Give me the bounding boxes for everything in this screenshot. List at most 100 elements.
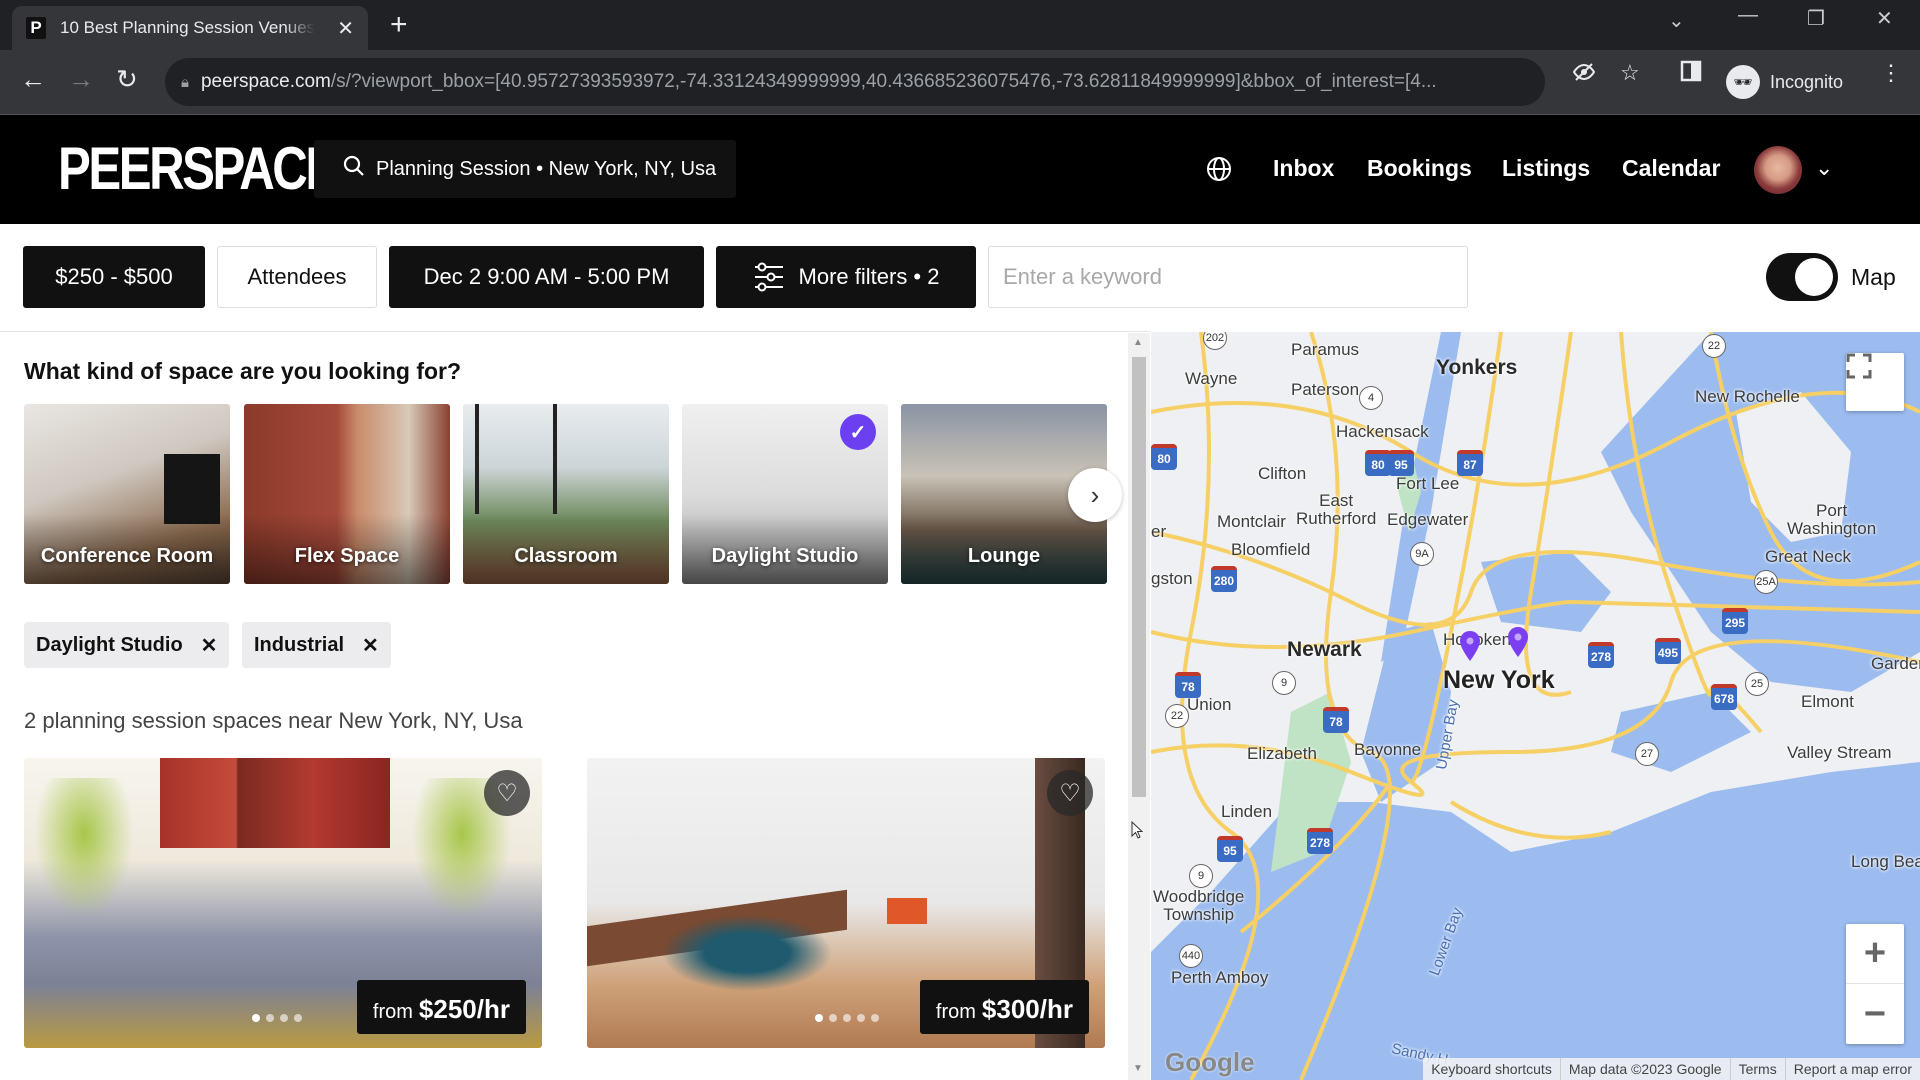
forward-icon[interactable]: → [68,64,94,95]
more-filters-button[interactable]: More filters • 2 [716,246,976,308]
tab-close-icon[interactable]: ✕ [337,16,354,41]
listing-map-pin-icon[interactable] [1458,630,1482,662]
incognito-profile-button[interactable]: 🕶︎ Incognito [1718,60,1851,104]
results-scrollbar[interactable]: ▲ ▼ [1128,333,1150,1080]
map-label-new-rochelle: New Rochelle [1695,387,1800,406]
side-panel-icon[interactable] [1680,60,1702,88]
map-toggle[interactable] [1766,253,1838,301]
category-card-daylight-studio[interactable]: ✓ Daylight Studio [682,404,888,584]
map-view[interactable]: Paramus Wayne Paterson Yonkers New Roche… [1151,332,1920,1080]
nav-inbox[interactable]: Inbox [1273,155,1334,182]
interstate-280-shield: 280 [1211,566,1237,592]
browser-toolbar: ← → ↻ 🔒︎ peerspace.com/s/?viewport_bbox=… [0,50,1920,115]
google-logo[interactable]: Google [1165,1047,1255,1078]
zoom-in-plus-icon[interactable]: + [1846,924,1904,984]
restore-icon[interactable]: ❐ [1807,6,1825,31]
listing-card[interactable]: ♡ from $250/hr [24,758,542,1048]
interstate-278-shield: 278 [1307,828,1333,854]
favorite-heart-icon[interactable]: ♡ [484,770,530,816]
browser-menu-icon[interactable]: ⋮ [1880,60,1902,86]
interstate-495-shield: 495 [1655,638,1681,664]
bookmark-star-icon[interactable]: ☆ [1620,60,1640,86]
zoom-out-minus-icon[interactable]: − [1846,984,1904,1044]
listing-card[interactable]: ♡ from $300/hr [587,758,1105,1048]
route-25-marker: 25 [1745,672,1769,696]
fullscreen-button[interactable] [1846,353,1904,411]
incognito-label: Incognito [1770,71,1844,92]
selected-check-icon: ✓ [840,414,876,450]
report-map-error-link[interactable]: Report a map error [1784,1058,1920,1080]
route-27-marker: 27 [1635,742,1659,766]
nav-bookings[interactable]: Bookings [1367,155,1472,182]
date-time-filter-button[interactable]: Dec 2 9:00 AM - 5:00 PM [389,246,704,308]
map-label-bayonne: Bayonne [1354,740,1422,759]
globe-icon[interactable] [1205,155,1233,183]
back-icon[interactable]: ← [20,64,46,95]
new-tab-button[interactable]: + [390,8,408,42]
map-label-montclair: Montclair [1217,512,1286,531]
reload-icon[interactable]: ↻ [116,64,138,95]
address-bar[interactable]: 🔒︎ peerspace.com/s/?viewport_bbox=[40.95… [165,58,1545,106]
search-summary: Planning Session • New York, NY, Usa [376,157,717,180]
keyword-input[interactable] [988,246,1468,308]
browser-tab-bar: P 10 Best Planning Session Venues ✕ + ⌄ … [0,0,1920,50]
results-summary: 2 planning session spaces near New York,… [24,708,523,733]
map-label-perth-amboy: Perth Amboy [1171,968,1269,987]
filters-divider [0,331,1151,332]
category-card-classroom[interactable]: Classroom [463,404,669,584]
interstate-78-shield: 78 [1323,707,1349,733]
flushing-bay [1481,552,1611,632]
url-text[interactable]: peerspace.com/s/?viewport_bbox=[40.95727… [201,71,1545,93]
carousel-next-button[interactable]: › [1068,468,1122,522]
favorite-heart-icon[interactable]: ♡ [1047,770,1093,816]
remove-chip-close-icon[interactable]: ✕ [362,633,379,658]
category-card-conference-room[interactable]: Conference Room [24,404,230,584]
map-label-elizabeth: Elizabeth [1247,744,1317,763]
user-avatar[interactable] [1754,146,1802,194]
category-label: Conference Room [40,545,214,567]
listing-price-badge: from $300/hr [919,980,1089,1034]
map-attribution-bar: Keyboard shortcuts Map data ©2023 Google… [1423,1058,1920,1080]
map-label-new-york: New York [1443,666,1555,694]
tab-search-chevron-icon[interactable]: ⌄ [1668,8,1685,33]
route-9a-marker: 9A [1410,542,1434,566]
location-search-button[interactable]: Planning Session • New York, NY, Usa [314,140,736,198]
space-type-heading: What kind of space are you looking for? [24,358,462,384]
listing-map-pin-icon[interactable] [1506,626,1530,658]
price-filter-button[interactable]: $250 - $500 [23,246,205,308]
interstate-87-shield: 87 [1457,450,1483,476]
attendees-filter-button[interactable]: Attendees [217,246,377,308]
listing-photo-artwork [160,758,390,848]
interstate-295-shield: 295 [1722,608,1748,634]
active-filter-chip: Daylight Studio ✕ [24,622,230,668]
route-25a-marker: 25A [1754,570,1778,594]
terms-link[interactable]: Terms [1729,1058,1785,1080]
minimize-icon[interactable]: — [1738,4,1758,27]
peerspace-logo[interactable]: PEERSPACE [58,137,338,201]
map-label-bloomfield: Bloomfield [1231,540,1311,559]
nav-listings[interactable]: Listings [1502,155,1590,182]
remove-chip-close-icon[interactable]: ✕ [201,633,218,658]
scroll-down-arrow-icon[interactable]: ▼ [1133,1063,1143,1074]
interstate-278-shield: 278 [1588,642,1614,668]
scrollbar-thumb[interactable] [1132,357,1146,797]
map-label-fort-lee: Fort Lee [1396,474,1460,493]
eye-off-icon[interactable] [1572,60,1596,90]
nav-calendar[interactable]: Calendar [1622,155,1720,182]
map-label-wayne: Wayne [1185,369,1238,388]
map-label-clifton: Clifton [1258,464,1307,483]
keyboard-shortcuts-link[interactable]: Keyboard shortcuts [1423,1058,1560,1080]
sliders-icon [754,262,783,292]
interstate-95-shield: 95 [1217,836,1243,862]
map-label-paramus: Paramus [1291,340,1360,359]
close-window-icon[interactable]: ✕ [1876,6,1893,31]
map-data-credit: Map data ©2023 Google [1559,1058,1730,1080]
map-label-port-washington: Port Washington [1787,501,1877,538]
category-card-flex-space[interactable]: Flex Space [244,404,450,584]
account-chevron-down-icon[interactable]: ⌄ [1815,155,1833,181]
hudson-river [1381,332,1461,662]
lock-icon[interactable]: 🔒︎ [181,74,189,91]
incognito-icon: 🕶︎ [1726,65,1760,99]
scroll-up-arrow-icon[interactable]: ▲ [1133,337,1143,348]
browser-tab[interactable]: P 10 Best Planning Session Venues ✕ [12,6,368,50]
